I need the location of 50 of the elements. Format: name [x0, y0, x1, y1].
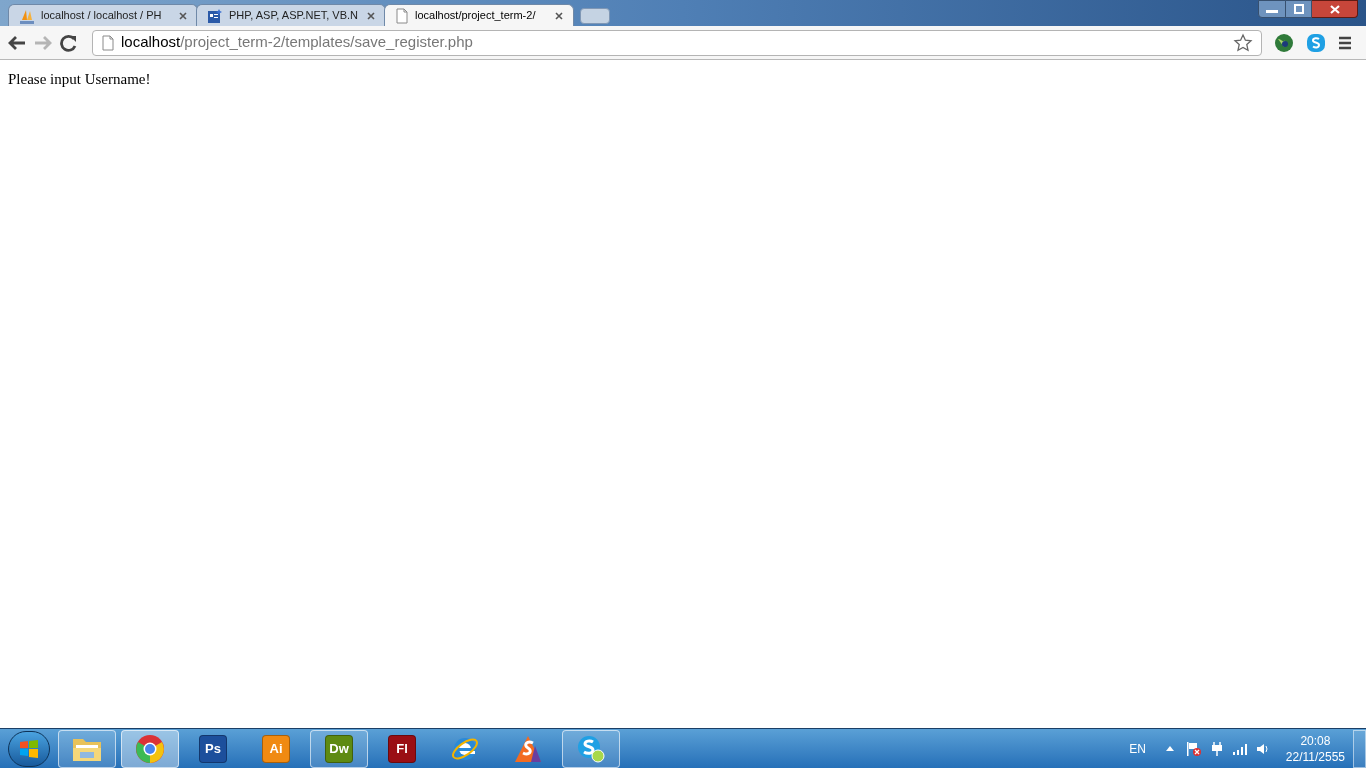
language-indicator[interactable]: EN: [1129, 739, 1146, 758]
tab-title: PHP, ASP, ASP.NET, VB.N: [229, 8, 360, 24]
page-icon: [101, 34, 115, 51]
restore-icon: [1293, 4, 1304, 14]
start-button[interactable]: [8, 730, 50, 767]
app-tile-icon: Ps: [199, 734, 227, 763]
skype-logo-icon: [576, 733, 606, 764]
app-tile-icon: Dw: [325, 734, 353, 763]
message-text: Please input Username!: [8, 70, 152, 89]
browser-tab[interactable]: PHP, ASP, ASP.NET, VB.N: [196, 4, 386, 26]
chrome-logo-icon: [135, 733, 165, 764]
close-icon: [1329, 4, 1340, 14]
globe-icon[interactable]: [1274, 32, 1294, 53]
flag-error-icon[interactable]: [1185, 740, 1202, 757]
clock-time: 20:08: [1300, 732, 1331, 749]
taskbar-button[interactable]: [121, 729, 179, 768]
show-desktop-button[interactable]: [1353, 729, 1366, 768]
close-window-button[interactable]: [1312, 0, 1358, 18]
clock-date: 22/11/2555: [1285, 748, 1345, 765]
tab-title: localhost / localhost / PH: [41, 8, 163, 24]
menu-icon[interactable]: [1338, 35, 1352, 50]
address-bar[interactable]: localhost/project_term-2/templates/save_register.php: [92, 29, 1262, 56]
star-icon[interactable]: [1233, 32, 1253, 53]
speaker-icon[interactable]: [1255, 741, 1270, 756]
close-icon[interactable]: [179, 11, 187, 20]
url-text: localhost/project_term-2/templates/save_register.php: [121, 32, 474, 53]
minimize-icon: [1266, 10, 1278, 13]
tab-title: localhost/project_term-2/: [415, 8, 537, 24]
close-icon[interactable]: [367, 11, 375, 20]
taskbar-button[interactable]: Ps: [184, 729, 242, 768]
browser-tab[interactable]: localhost / localhost / PH: [8, 4, 198, 26]
power-plug-icon[interactable]: [1209, 740, 1224, 757]
taskbar-button[interactable]: Dw: [310, 729, 368, 768]
windows-logo-icon: [19, 738, 39, 759]
up-caret-icon[interactable]: [1165, 746, 1174, 751]
taskbar-button[interactable]: [58, 729, 116, 768]
clock[interactable]: 20:08 22/11/2555: [1285, 732, 1345, 765]
back-arrow-icon[interactable]: [6, 33, 28, 52]
restore-button[interactable]: [1286, 0, 1312, 18]
minimize-button[interactable]: [1258, 0, 1286, 18]
app-tile-icon: Ai: [262, 734, 290, 763]
page-icon: [395, 7, 409, 24]
taskbar-button[interactable]: [562, 729, 620, 768]
signal-bars-icon[interactable]: [1231, 742, 1248, 755]
app-tile-icon: Fl: [388, 734, 416, 763]
taskbar-button[interactable]: Fl: [373, 729, 431, 768]
document-icon: [207, 7, 223, 24]
skype-logo-icon[interactable]: [1306, 32, 1326, 53]
close-icon[interactable]: [555, 11, 563, 20]
browser-tab[interactable]: localhost/project_term-2/: [384, 4, 574, 26]
